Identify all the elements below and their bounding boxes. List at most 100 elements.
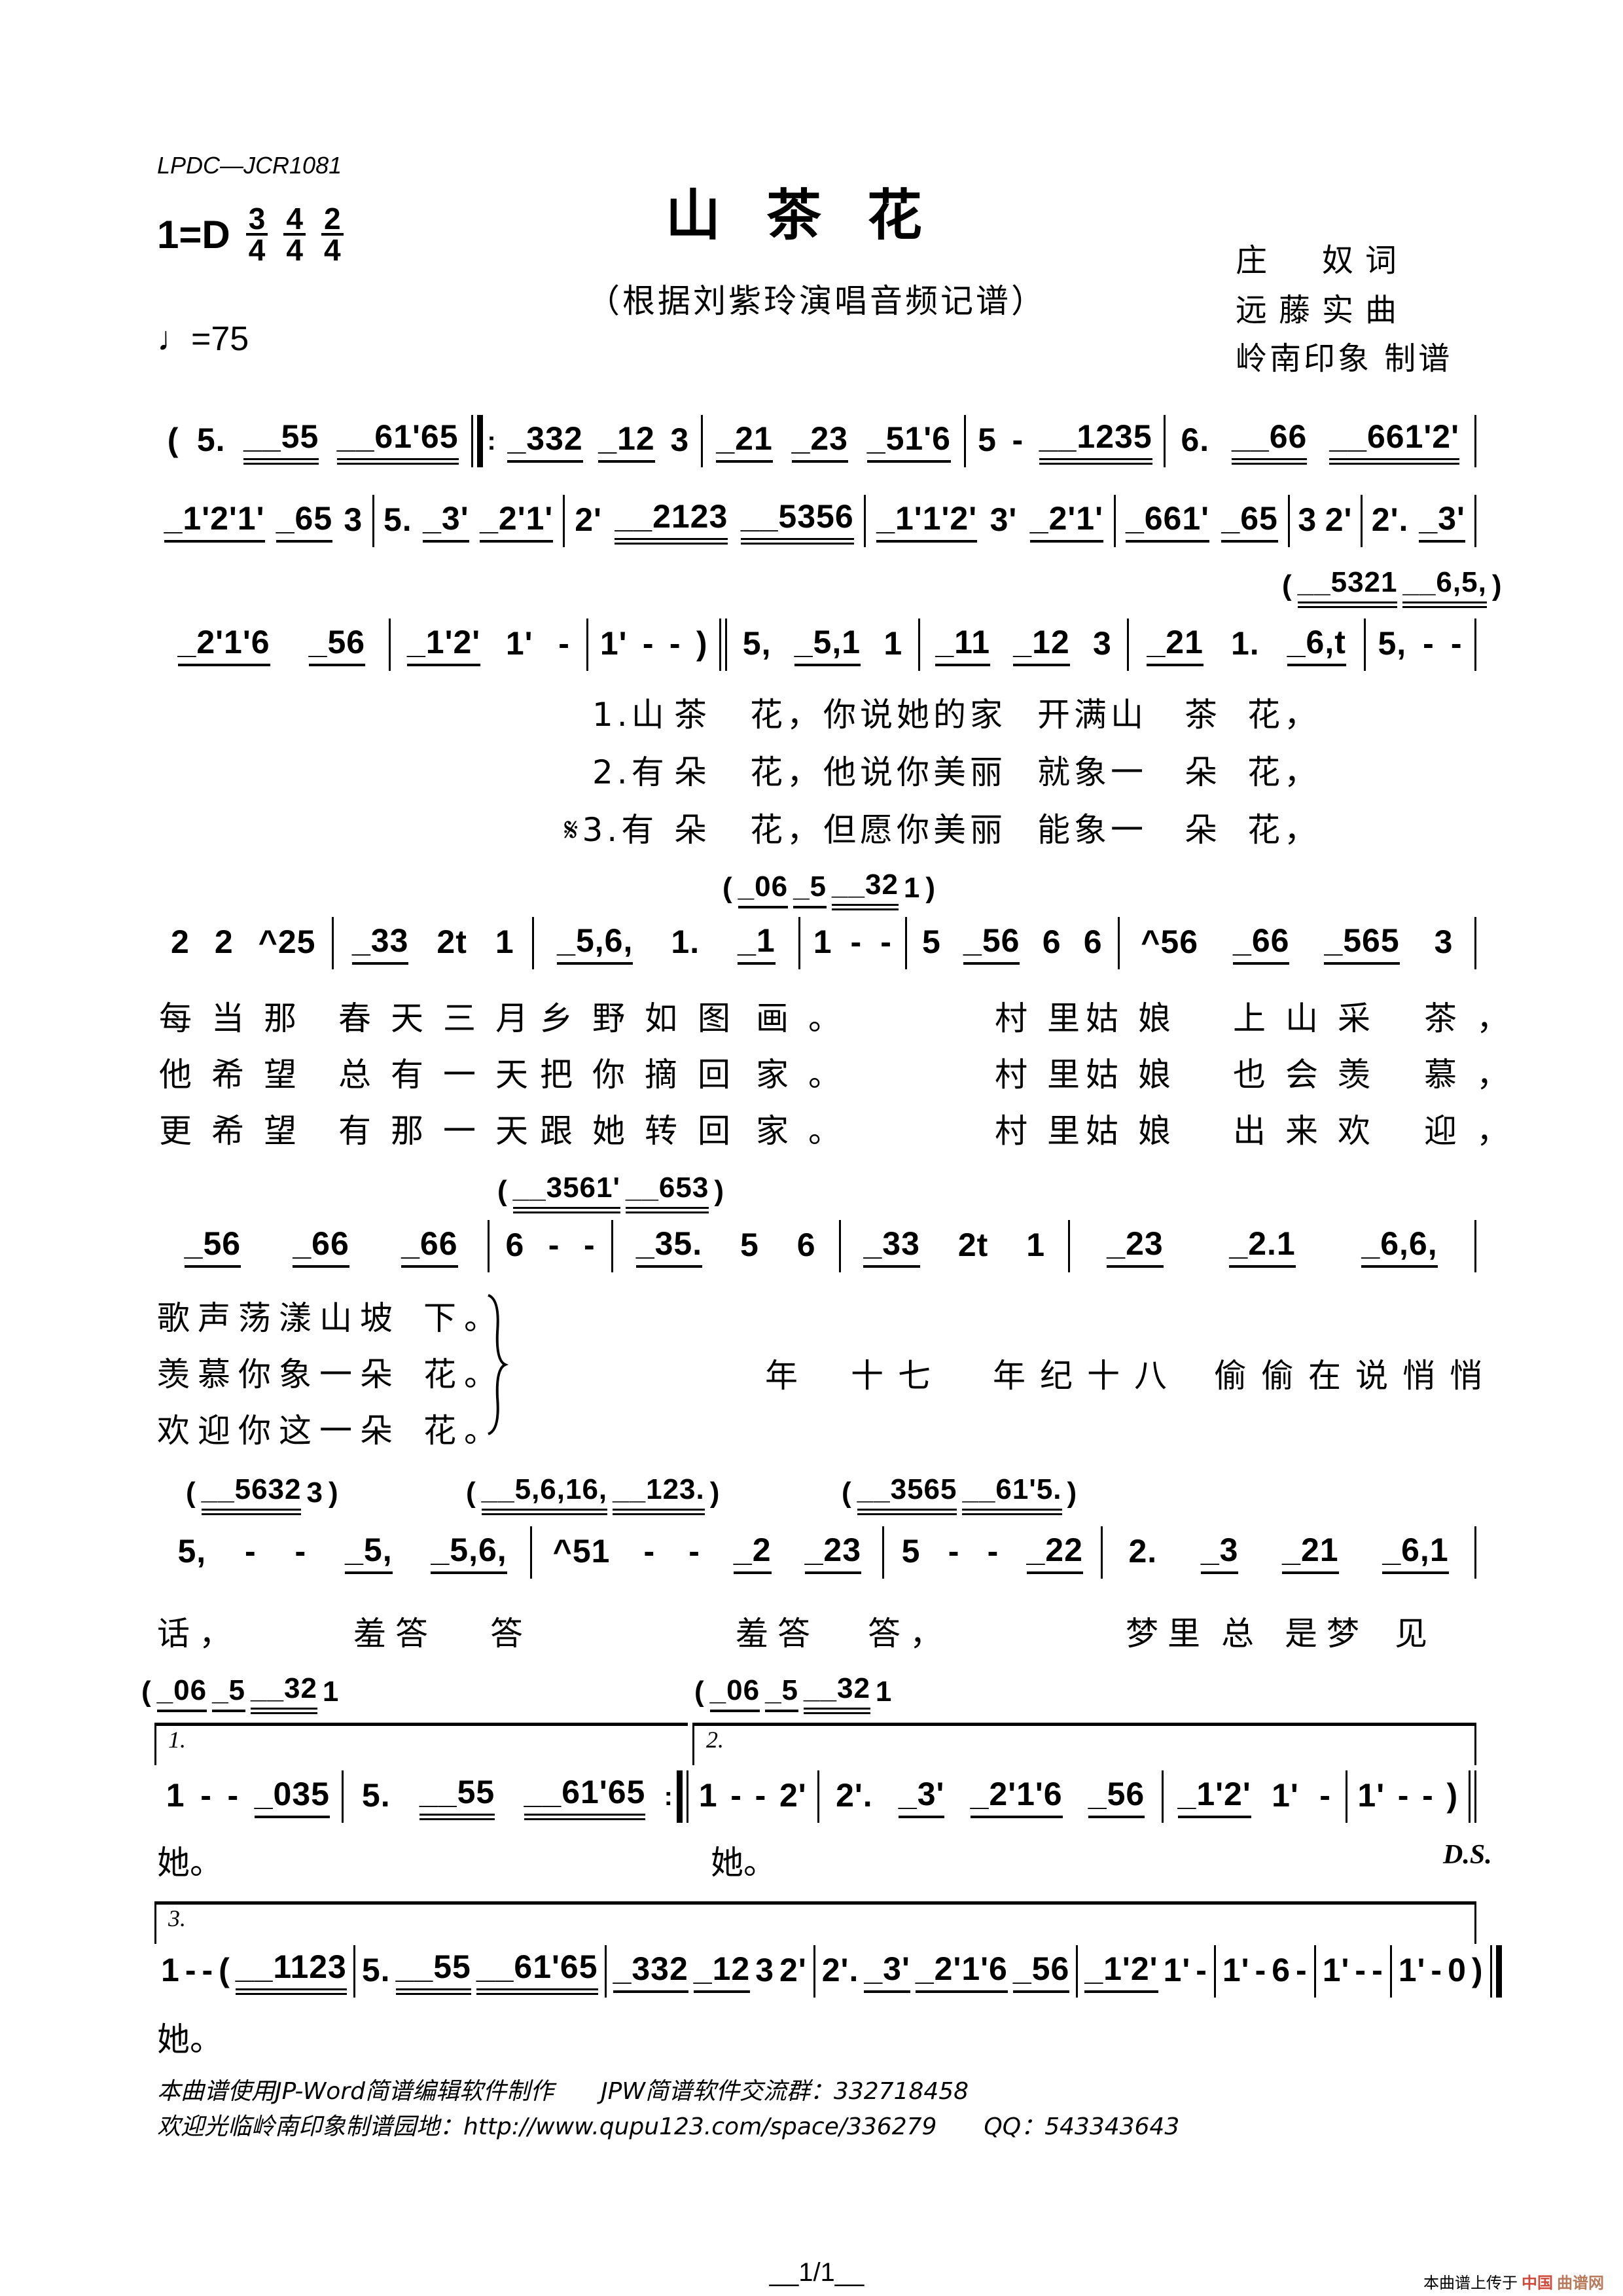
note-group: __61'65 bbox=[476, 1948, 598, 1995]
note-group: 1' bbox=[1398, 1952, 1426, 1988]
lyric-segment: 上山采 bbox=[1233, 999, 1390, 1037]
lyric-segment: 春天三月 bbox=[338, 999, 548, 1037]
ts-den: 4 bbox=[323, 233, 341, 267]
note-group: 2' bbox=[779, 1952, 807, 1988]
music-line: 1- -(__1123 5. __55 __61'65 _332 _12 3 2' 2'. _3' _… bbox=[154, 1945, 1502, 1998]
note-group: 5. bbox=[383, 501, 412, 538]
barline bbox=[1474, 415, 1476, 467]
measure: 5- __1235 bbox=[966, 415, 1164, 467]
parenthesis: ) bbox=[714, 1175, 724, 1207]
volta-2: 2. bbox=[692, 1723, 1476, 1765]
note-group: 1' bbox=[599, 625, 628, 662]
note-group: 6 bbox=[505, 1227, 525, 1263]
lyric-segment: 花， bbox=[1247, 811, 1321, 849]
note-group: _21 bbox=[1282, 1531, 1339, 1574]
lyric-segment: 总有一天 bbox=[338, 1056, 548, 1094]
dash: - bbox=[202, 1952, 214, 1988]
watermark: 本曲谱上传于 中国 曲谱网 bbox=[1423, 2270, 1604, 2293]
lyric-segment: 年 bbox=[765, 1357, 812, 1395]
lyric-segment: 羞答 bbox=[736, 1615, 819, 1653]
note-group: _5,6, bbox=[431, 1531, 507, 1574]
music-line: _1'2'1' _65 3 5. _3' _2'1' 2' __2123 __5356 _1'1'… bbox=[154, 495, 1476, 547]
lyric-segment: 花，你说她的家 bbox=[750, 696, 1007, 734]
note-group: __5,6,16, bbox=[481, 1473, 608, 1515]
note-group: 5. bbox=[361, 1952, 391, 1988]
dash: - bbox=[1196, 1952, 1207, 1988]
note-group: 6 bbox=[1042, 924, 1061, 960]
note-group: _2'1'6 bbox=[915, 1950, 1008, 1993]
note-group: _1'1'2' bbox=[876, 499, 978, 543]
dash: - bbox=[185, 1952, 197, 1988]
note-group: 5. bbox=[196, 422, 226, 458]
volta-3: 3. bbox=[154, 1901, 1476, 1944]
note-group: 1. bbox=[1230, 625, 1260, 662]
note-group: _35. bbox=[635, 1225, 703, 1268]
lyric-segment: 总 bbox=[1221, 1615, 1263, 1653]
dash: - bbox=[1423, 625, 1435, 662]
measure: _1'2' 1' - bbox=[1164, 1770, 1346, 1823]
footer-software-note: 本曲谱使用JP-Word简谱编辑软件制作 JPW简谱软件交流群：33271845… bbox=[157, 2078, 969, 2105]
lyric-segment: 回 bbox=[698, 1056, 750, 1094]
dash: - bbox=[850, 924, 863, 960]
note-group: 1' bbox=[1163, 1952, 1191, 1988]
note-group: __3561' bbox=[512, 1172, 620, 1213]
note-group: _12 bbox=[598, 420, 655, 463]
note-group: _21 bbox=[716, 420, 773, 463]
note-group: _33 bbox=[863, 1225, 920, 1268]
note-group: 1 bbox=[322, 1676, 340, 1708]
tempo-marking: ♩=75 bbox=[157, 320, 249, 358]
measure: 2'. _3' bbox=[1363, 495, 1474, 547]
ts-num: 4 bbox=[283, 204, 306, 236]
note-group: _22 bbox=[1026, 1531, 1083, 1574]
lyric-segment: 朵 bbox=[1185, 811, 1221, 849]
lyric-segment: 十七 bbox=[851, 1357, 945, 1395]
measure: 2. _3 _21 _6,1 bbox=[1103, 1526, 1474, 1579]
parenthesis: ( bbox=[219, 1952, 230, 1988]
note-group: _23 bbox=[804, 1531, 862, 1574]
note-group: _33 bbox=[351, 922, 409, 965]
barline bbox=[1474, 1526, 1476, 1579]
note-group: 1 bbox=[903, 872, 921, 904]
measure: 1' -0) bbox=[1392, 1945, 1490, 1998]
lyric-segment: 图 bbox=[698, 999, 750, 1037]
bar-stroke bbox=[477, 415, 484, 467]
parenthesis: ) bbox=[925, 872, 936, 904]
lyric-segment: 更希望 bbox=[159, 1112, 316, 1150]
music-line: _56 _66 _66 6- - _35. 5 6 _33 2t 1 _23 _2.1 _6,6, bbox=[154, 1220, 1476, 1272]
note-group: __1235 bbox=[1039, 418, 1152, 465]
lyric-segment: 姑娘 bbox=[1086, 999, 1190, 1037]
measure: 3 2' bbox=[1290, 495, 1361, 547]
note-group: 1 bbox=[161, 1952, 180, 1988]
note-group: 2t bbox=[437, 924, 467, 960]
note-group: _06 bbox=[709, 1674, 760, 1712]
measure: 1' - -) bbox=[1347, 1770, 1469, 1823]
time-signature: 24 bbox=[321, 204, 344, 267]
lyric-segment: 梦里 bbox=[1126, 1615, 1209, 1653]
measure: ^51- - _2 _23 bbox=[532, 1526, 882, 1579]
measure: _21 1. _6,t bbox=[1129, 619, 1364, 671]
lyric-segment: 画。 bbox=[756, 999, 861, 1037]
note-group: ^25 bbox=[258, 924, 316, 960]
parenthesis: ) bbox=[1067, 1477, 1078, 1509]
bar-stroke bbox=[1489, 1945, 1492, 1998]
note-group: __5321 bbox=[1297, 566, 1398, 608]
note-group: __2123 bbox=[615, 497, 728, 545]
dash: - bbox=[730, 1777, 742, 1814]
note-group: __1123 bbox=[235, 1948, 347, 1995]
lyric-segment: 朵 bbox=[1185, 753, 1221, 791]
note-group: 1' bbox=[1272, 1777, 1299, 1814]
measure: 5 _56 6 6 bbox=[907, 917, 1118, 969]
barline bbox=[1474, 619, 1477, 671]
lyric-segment: 就象一 bbox=[1037, 753, 1147, 791]
page-number: __1/1__ bbox=[769, 2258, 865, 2287]
note-group: _66 bbox=[401, 1225, 458, 1268]
dash: - bbox=[948, 1533, 960, 1570]
bar-stroke bbox=[471, 415, 474, 467]
note-group: _56 bbox=[1088, 1775, 1145, 1818]
note-group: _6,6, bbox=[1361, 1225, 1438, 1268]
interlude-annotation: (__3561' __653) bbox=[495, 1170, 727, 1215]
note-group: _12 bbox=[1013, 623, 1070, 666]
bar-stroke bbox=[1474, 1220, 1476, 1272]
measure: 6. __66 __661'2' bbox=[1166, 415, 1474, 467]
ts-num: 3 bbox=[245, 204, 268, 236]
